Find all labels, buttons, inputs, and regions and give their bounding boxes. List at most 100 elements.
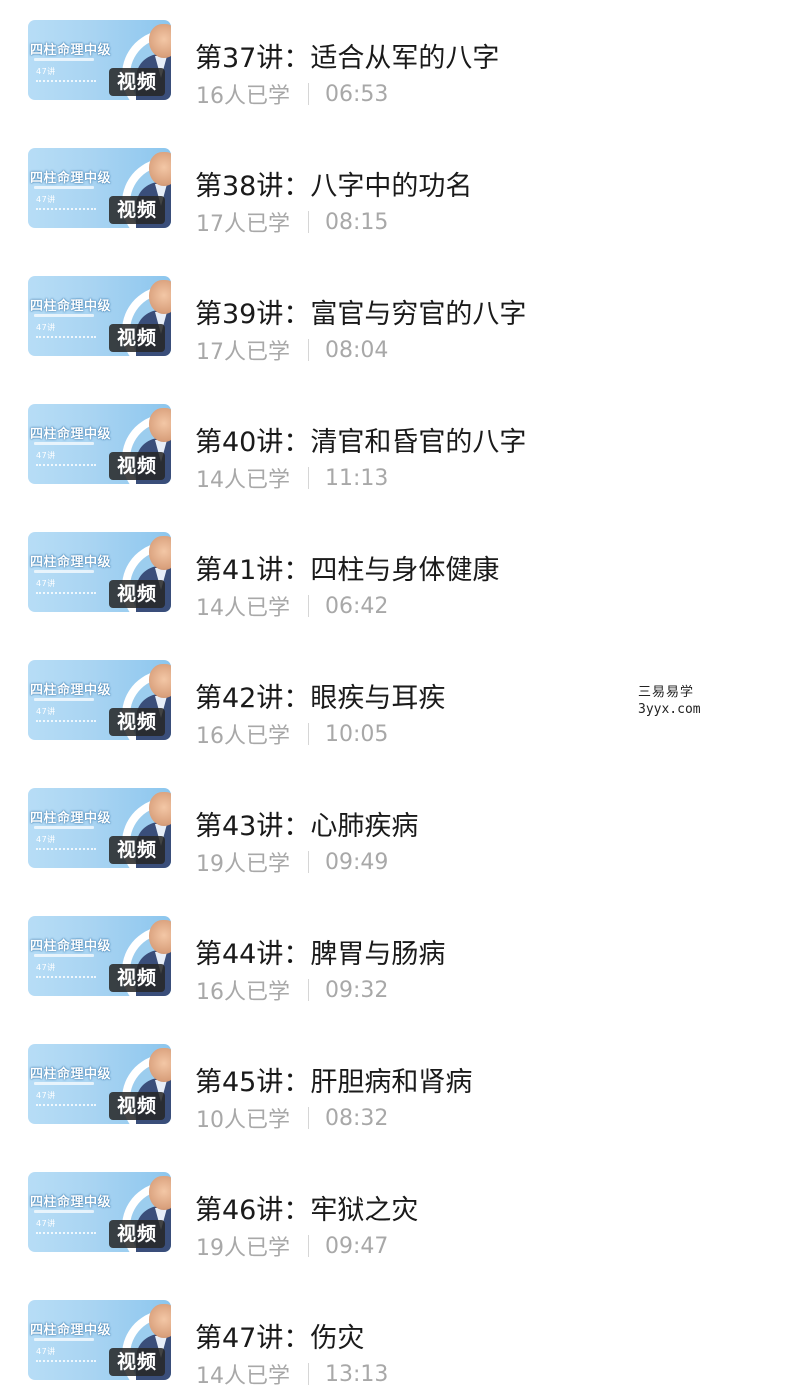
video-badge: 视频 — [109, 196, 165, 224]
thumbnail-dots — [36, 720, 96, 724]
learner-count: 17人已学 — [196, 212, 290, 237]
lesson-thumbnail[interactable]: 四柱命理中级 47讲 视频 — [28, 276, 171, 356]
lesson-meta: 16人已学 09:32 — [196, 974, 388, 1006]
thumbnail-dots — [36, 336, 96, 340]
lesson-title[interactable]: 第46讲：牢狱之灾 — [195, 1188, 418, 1227]
presenter-photo — [149, 536, 171, 570]
lesson-item[interactable]: 四柱命理中级 47讲 视频 第40讲：清官和昏官的八字 14人已学 11:13 — [0, 404, 797, 493]
lesson-meta: 17人已学 08:15 — [196, 206, 388, 238]
watermark-line1: 三易易学 — [638, 685, 695, 700]
lesson-title[interactable]: 第41讲：四柱与身体健康 — [195, 548, 499, 587]
meta-divider — [308, 211, 309, 233]
lesson-duration: 13:13 — [325, 1361, 389, 1387]
lesson-thumbnail[interactable]: 四柱命理中级 47讲 视频 — [28, 404, 171, 484]
lesson-item[interactable]: 四柱命理中级 47讲 视频 第47讲：伤灾 14人已学 13:13 — [0, 1300, 797, 1389]
lesson-item[interactable]: 四柱命理中级 47讲 视频 第37讲：适合从军的八字 16人已学 06:53 — [0, 20, 797, 109]
lesson-thumbnail[interactable]: 四柱命理中级 47讲 视频 — [28, 532, 171, 612]
lesson-thumbnail[interactable]: 四柱命理中级 47讲 视频 — [28, 148, 171, 228]
lesson-thumbnail[interactable]: 四柱命理中级 47讲 视频 — [28, 660, 171, 740]
thumbnail-dots — [36, 592, 96, 596]
thumbnail-dots — [36, 848, 96, 852]
presenter-photo — [149, 24, 171, 58]
thumbnail-subtitle-line — [34, 826, 94, 829]
lesson-meta: 16人已学 10:05 — [196, 718, 388, 750]
lesson-title[interactable]: 第42讲：眼疾与耳疾 — [195, 676, 445, 715]
lesson-title[interactable]: 第39讲：富官与穷官的八字 — [195, 292, 526, 331]
video-badge: 视频 — [109, 1220, 165, 1248]
presenter-photo — [149, 1176, 171, 1210]
lesson-duration: 09:47 — [325, 1233, 389, 1259]
lesson-title[interactable]: 第43讲：心肺疾病 — [195, 804, 418, 843]
lesson-title[interactable]: 第38讲：八字中的功名 — [195, 164, 472, 203]
watermark-line2: 3yyx.com — [638, 702, 701, 717]
lesson-title[interactable]: 第40讲：清官和昏官的八字 — [195, 420, 526, 459]
lesson-meta: 17人已学 08:04 — [196, 334, 388, 366]
learner-count: 14人已学 — [196, 468, 290, 493]
lesson-item[interactable]: 四柱命理中级 47讲 视频 第39讲：富官与穷官的八字 17人已学 08:04 — [0, 276, 797, 365]
meta-divider — [308, 723, 309, 745]
thumbnail-course-title: 四柱命理中级 — [30, 1067, 112, 1082]
lesson-item[interactable]: 四柱命理中级 47讲 视频 第41讲：四柱与身体健康 14人已学 06:42 — [0, 532, 797, 621]
video-badge: 视频 — [109, 1092, 165, 1120]
presenter-photo — [149, 792, 171, 826]
thumbnail-dots — [36, 976, 96, 980]
thumbnail-lesson-count: 47讲 — [36, 1091, 56, 1100]
learner-count: 10人已学 — [196, 1108, 290, 1133]
thumbnail-course-title: 四柱命理中级 — [30, 683, 112, 698]
thumbnail-course-title: 四柱命理中级 — [30, 171, 112, 186]
lesson-thumbnail[interactable]: 四柱命理中级 47讲 视频 — [28, 788, 171, 868]
lesson-duration: 06:53 — [325, 81, 389, 107]
lesson-thumbnail[interactable]: 四柱命理中级 47讲 视频 — [28, 20, 171, 100]
thumbnail-course-title: 四柱命理中级 — [30, 811, 112, 826]
lesson-thumbnail[interactable]: 四柱命理中级 47讲 视频 — [28, 1172, 171, 1252]
thumbnail-lesson-count: 47讲 — [36, 835, 56, 844]
thumbnail-subtitle-line — [34, 58, 94, 61]
lesson-duration: 08:04 — [325, 337, 389, 363]
presenter-photo — [149, 1048, 171, 1082]
thumbnail-dots — [36, 1360, 96, 1364]
lesson-thumbnail[interactable]: 四柱命理中级 47讲 视频 — [28, 1044, 171, 1124]
lesson-duration: 08:15 — [325, 209, 389, 235]
lesson-title[interactable]: 第47讲：伤灾 — [195, 1316, 364, 1355]
lesson-duration: 06:42 — [325, 593, 389, 619]
thumbnail-course-title: 四柱命理中级 — [30, 1323, 112, 1338]
thumbnail-subtitle-line — [34, 1338, 94, 1341]
lesson-item[interactable]: 四柱命理中级 47讲 视频 第45讲：肝胆病和肾病 10人已学 08:32 — [0, 1044, 797, 1133]
video-badge: 视频 — [109, 836, 165, 864]
video-badge: 视频 — [109, 324, 165, 352]
meta-divider — [308, 595, 309, 617]
video-badge: 视频 — [109, 708, 165, 736]
lesson-item[interactable]: 四柱命理中级 47讲 视频 第38讲：八字中的功名 17人已学 08:15 — [0, 148, 797, 237]
thumbnail-subtitle-line — [34, 1082, 94, 1085]
thumbnail-subtitle-line — [34, 698, 94, 701]
learner-count: 14人已学 — [196, 596, 290, 621]
lesson-title[interactable]: 第44讲：脾胃与肠病 — [195, 932, 445, 971]
thumbnail-lesson-count: 47讲 — [36, 323, 56, 332]
learner-count: 17人已学 — [196, 340, 290, 365]
lesson-meta: 14人已学 11:13 — [196, 462, 388, 494]
lesson-meta: 14人已学 06:42 — [196, 590, 388, 622]
thumbnail-course-title: 四柱命理中级 — [30, 299, 112, 314]
lesson-item[interactable]: 四柱命理中级 47讲 视频 第46讲：牢狱之灾 19人已学 09:47 — [0, 1172, 797, 1261]
video-badge: 视频 — [109, 964, 165, 992]
lesson-duration: 09:49 — [325, 849, 389, 875]
learner-count: 14人已学 — [196, 1364, 290, 1389]
lesson-thumbnail[interactable]: 四柱命理中级 47讲 视频 — [28, 1300, 171, 1380]
lesson-item[interactable]: 四柱命理中级 47讲 视频 第43讲：心肺疾病 19人已学 09:49 — [0, 788, 797, 877]
lesson-thumbnail[interactable]: 四柱命理中级 47讲 视频 — [28, 916, 171, 996]
lesson-item[interactable]: 四柱命理中级 47讲 视频 第44讲：脾胃与肠病 16人已学 09:32 — [0, 916, 797, 1005]
lesson-title[interactable]: 第37讲：适合从军的八字 — [195, 36, 499, 75]
thumbnail-lesson-count: 47讲 — [36, 67, 56, 76]
thumbnail-lesson-count: 47讲 — [36, 579, 56, 588]
lesson-meta: 19人已学 09:47 — [196, 1230, 388, 1262]
thumbnail-lesson-count: 47讲 — [36, 963, 56, 972]
meta-divider — [308, 1363, 309, 1385]
thumbnail-lesson-count: 47讲 — [36, 195, 56, 204]
video-badge: 视频 — [109, 452, 165, 480]
lesson-meta: 19人已学 09:49 — [196, 846, 388, 878]
watermark: 三易易学 3yyx.com — [540, 673, 720, 721]
lesson-duration: 11:13 — [325, 465, 389, 491]
thumbnail-course-title: 四柱命理中级 — [30, 427, 112, 442]
lesson-title[interactable]: 第45讲：肝胆病和肾病 — [195, 1060, 472, 1099]
thumbnail-dots — [36, 80, 96, 84]
